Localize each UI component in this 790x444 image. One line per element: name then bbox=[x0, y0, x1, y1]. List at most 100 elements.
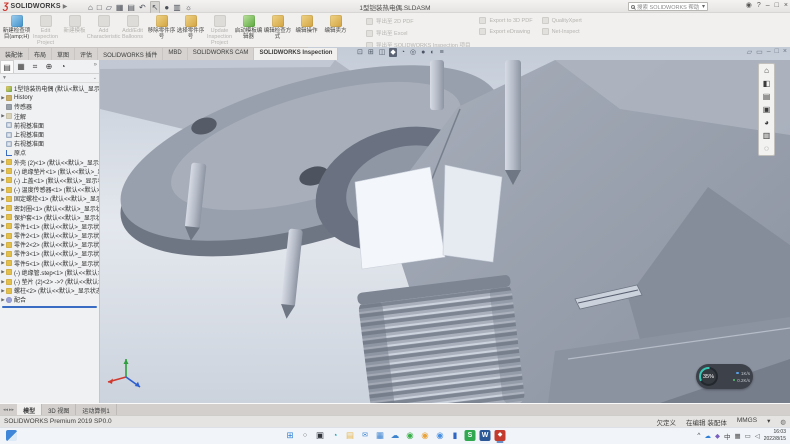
solidworks-resources-icon[interactable]: ⌂ bbox=[764, 66, 769, 75]
tree-item[interactable]: ▶ (-) 温度传感器<1> (默认<<默认>_ bbox=[0, 185, 99, 194]
document-tab[interactable]: 3D 视图 bbox=[42, 404, 76, 415]
export-menu-item[interactable]: Net-Inspect bbox=[542, 28, 582, 35]
ribbon-tab[interactable]: 评估 bbox=[75, 48, 98, 60]
ribbon-button[interactable]: Edit Inspection Project bbox=[31, 14, 60, 47]
ribbon-tab[interactable]: MBD bbox=[163, 48, 187, 60]
mail-app-icon[interactable]: ✉ bbox=[360, 430, 371, 441]
undo-icon[interactable]: ↶ bbox=[139, 2, 146, 13]
solidworks-app-icon[interactable]: ◆ bbox=[495, 430, 506, 441]
search-dropdown-icon[interactable]: ▾ bbox=[702, 3, 705, 10]
document-tab[interactable]: 运动算例1 bbox=[76, 404, 116, 415]
ime-language-icon[interactable]: 中 bbox=[724, 431, 731, 441]
file-explorer-button[interactable]: ▤ bbox=[345, 430, 356, 441]
tree-item[interactable]: 原点 bbox=[0, 148, 99, 157]
tree-item[interactable]: ▶ 零件5<1> (默认<<默认>_显示状 bbox=[0, 259, 99, 268]
apply-scene-icon[interactable]: ◐ bbox=[429, 48, 435, 57]
ribbon-button[interactable]: Add Characteristic bbox=[89, 14, 118, 47]
hide-show-items-icon[interactable]: ◎ bbox=[409, 48, 417, 57]
export-menu-item[interactable]: Export eDrawing bbox=[479, 28, 532, 35]
ribbon-button[interactable]: 编辑卖方 bbox=[321, 14, 350, 47]
start-button[interactable]: ⊞ bbox=[285, 430, 296, 441]
rollback-bar[interactable] bbox=[2, 306, 97, 308]
tree-item[interactable]: ▶ 密封圈<1> (默认<<默认>_显示状 bbox=[0, 203, 99, 212]
tab-scroll-right-icon[interactable]: ▸▸ bbox=[9, 407, 14, 413]
document-tab[interactable]: 模型 bbox=[17, 404, 42, 415]
close-button[interactable]: × bbox=[784, 2, 788, 9]
browser-colorful-icon[interactable]: ◉ bbox=[435, 430, 446, 441]
display-style-icon[interactable]: ◔ bbox=[400, 48, 406, 57]
displaymanager-tab[interactable]: ◔ bbox=[56, 60, 70, 73]
tree-item[interactable]: ▶ (-) 垫片 (2)<2> ->? (默认<<默认> bbox=[0, 277, 99, 286]
tree-item[interactable]: 1型铠装热电偶 (默认<默认_显示状态-1 bbox=[0, 84, 99, 93]
export-menu-item[interactable]: Export to 3D PDF bbox=[479, 17, 532, 24]
new-document-icon[interactable]: □ bbox=[97, 2, 102, 13]
net-monitor-widget[interactable]: 35% 1K/s 0.2K/s bbox=[696, 364, 753, 389]
rebuild-icon[interactable]: ● bbox=[164, 2, 169, 13]
search-button[interactable]: ○ bbox=[300, 430, 311, 441]
browser-green-icon[interactable]: ◉ bbox=[405, 430, 416, 441]
tree-item[interactable]: ▶ 零件3<1> (默认<<默认>_显示状 bbox=[0, 249, 99, 258]
ribbon-tab[interactable]: SOLIDWORKS 插件 bbox=[98, 48, 163, 60]
tile-windows-icon[interactable]: ▭ bbox=[756, 48, 763, 56]
zoom-area-icon[interactable]: ⊞ bbox=[367, 48, 375, 57]
ribbon-button[interactable]: 编辑检查方式 bbox=[263, 14, 292, 47]
ribbon-button[interactable]: 新建模板 bbox=[60, 14, 89, 47]
tree-item[interactable]: ▶ 保护套<1> (默认<<默认>_显示状 bbox=[0, 213, 99, 222]
tree-item[interactable]: 前视基准面 bbox=[0, 121, 99, 130]
ribbon-button[interactable]: Update Inspection Project bbox=[205, 14, 234, 47]
tree-item[interactable]: 上视基准面 bbox=[0, 130, 99, 139]
tree-item[interactable]: 右视基准面 bbox=[0, 139, 99, 148]
open-icon[interactable]: ▱ bbox=[106, 2, 112, 13]
view-palette-icon[interactable]: ▣ bbox=[763, 105, 771, 114]
display-icon[interactable]: ▭ bbox=[745, 432, 751, 440]
ribbon-tab[interactable]: 布局 bbox=[29, 48, 52, 60]
cascade-windows-icon[interactable]: ▱ bbox=[747, 48, 752, 56]
ribbon-button[interactable]: 启动模板编辑器 bbox=[234, 14, 263, 47]
custom-properties-icon[interactable]: ▥ bbox=[763, 131, 771, 140]
tree-item[interactable]: ▶ (-) 绝缘管.step<1> (默认<<默认> bbox=[0, 268, 99, 277]
sign-in-icon[interactable]: ◉ bbox=[746, 1, 752, 9]
taskbar-clock[interactable]: 16:03 2022/8/15 bbox=[764, 429, 786, 442]
home-icon[interactable]: ⌂ bbox=[88, 2, 93, 13]
tree-filter[interactable]: ▼ ⌄ bbox=[0, 74, 99, 83]
appearances-scenes-icon[interactable]: ◕ bbox=[764, 118, 769, 127]
ribbon-button[interactable]: Add/Edit Balloons bbox=[118, 14, 147, 47]
units-globe-icon[interactable]: ◍ bbox=[780, 418, 786, 426]
edit-appearance-icon[interactable]: ● bbox=[420, 48, 426, 57]
ribbon-tab[interactable]: 草图 bbox=[52, 48, 75, 60]
tree-item[interactable]: ▶ 零件1<1> (默认<<默认>_显示状态 bbox=[0, 222, 99, 231]
tree-item[interactable]: ▶ 螺柱<2> (默认<<默认>_显示状态 bbox=[0, 286, 99, 295]
export-menu-item[interactable]: QualityXpert bbox=[542, 17, 582, 24]
dimxpertmanager-tab[interactable]: ⊕ bbox=[42, 60, 56, 73]
zoom-fit-icon[interactable]: ⊡ bbox=[356, 48, 364, 57]
ribbon-button[interactable]: 选择零件序号 bbox=[176, 14, 205, 47]
filter-expand-icon[interactable]: ⌄ bbox=[93, 75, 97, 81]
ribbon-button[interactable]: 编辑操作 bbox=[292, 14, 321, 47]
view-settings-icon[interactable]: ≡ bbox=[439, 48, 445, 57]
section-view-icon[interactable]: ◫ bbox=[378, 48, 387, 57]
tray-expand-icon[interactable]: ^ bbox=[697, 432, 700, 439]
task-view-button[interactable]: ▣ bbox=[315, 430, 326, 441]
tree-item[interactable]: 传感器 bbox=[0, 102, 99, 111]
tree-item[interactable]: ▶ 零件2<1> (默认<<默认>_显示状 bbox=[0, 231, 99, 240]
configurationmanager-tab[interactable]: ⌗ bbox=[28, 60, 42, 73]
minimize-button[interactable]: – bbox=[766, 2, 770, 9]
export-menu-item[interactable]: 导出至 Excel bbox=[366, 29, 470, 37]
ime-keyboard-icon[interactable]: ▦ bbox=[734, 432, 740, 440]
view-orientation-icon[interactable]: ◆ bbox=[389, 48, 396, 57]
tree-item[interactable]: ▶ 零件2<2> (默认<<默认>_显示状 bbox=[0, 240, 99, 249]
tab-scroll-left-icon[interactable]: ◂◂ bbox=[3, 407, 8, 413]
wps-app-icon[interactable]: S bbox=[465, 430, 476, 441]
print-icon[interactable]: ▤ bbox=[127, 2, 135, 13]
save-icon[interactable]: ▦ bbox=[116, 2, 124, 13]
cloud-app-icon[interactable]: ☁ bbox=[390, 430, 401, 441]
ribbon-tab[interactable]: SOLIDWORKS Inspection bbox=[254, 48, 338, 60]
help-menu-button[interactable]: ? bbox=[757, 2, 761, 9]
file-explorer-icon[interactable]: ▤ bbox=[763, 92, 771, 101]
ribbon-button[interactable]: 移除零件序号 bbox=[147, 14, 176, 47]
tab-scroll-arrows[interactable]: ◂◂ ▸▸ bbox=[0, 404, 17, 415]
tree-item[interactable]: ▶ 固定螺栓<1> (默认<<默认>_显示 bbox=[0, 194, 99, 203]
chrome-browser-icon[interactable]: ◉ bbox=[420, 430, 431, 441]
help-search-input[interactable]: 搜索 SOLIDWORKS 帮助 ▾ bbox=[628, 2, 708, 11]
options-icon[interactable]: ☼ bbox=[185, 2, 192, 13]
